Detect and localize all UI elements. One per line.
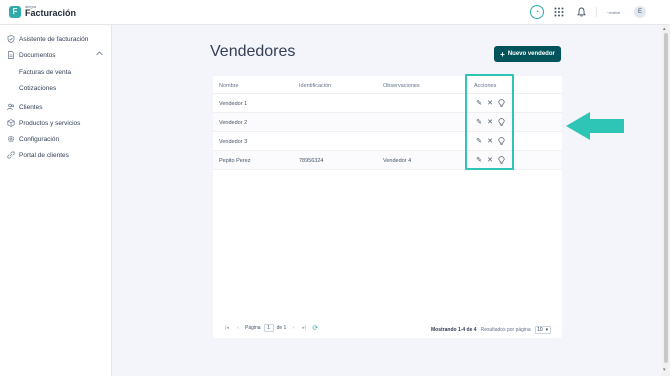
- chevron-down-icon: ▾: [545, 327, 549, 333]
- prev-page-icon[interactable]: ‹: [234, 324, 242, 332]
- left-arrow-annotation: [566, 112, 624, 140]
- scroll-thumb[interactable]: [664, 33, 668, 363]
- cell-name: Vendedor 2: [219, 120, 248, 126]
- sidebar-item-settings[interactable]: Configuración: [7, 135, 59, 143]
- per-page-value: 10: [537, 327, 543, 333]
- cell-name: Vendedor 3: [219, 139, 248, 145]
- pagination: |◂ ‹ Página 1 de 1 › ▸| ⟳: [223, 324, 319, 332]
- column-header-notes[interactable]: Observaciones: [383, 83, 420, 89]
- sidebar-item-label: Clientes: [19, 103, 43, 111]
- plus-icon: +: [500, 49, 505, 59]
- page-title: Vendedores: [210, 43, 296, 60]
- document-icon: [7, 51, 15, 59]
- top-bar: F alegra Facturación ◔ ~ewlive E: [0, 0, 670, 25]
- gear-icon: [7, 135, 15, 143]
- page-input[interactable]: 1: [263, 324, 274, 332]
- sidebar-subitem-quotes[interactable]: Cotizaciones: [19, 85, 56, 92]
- cell-name: Pepito Perez: [219, 158, 251, 164]
- sidebar-subitem-invoices[interactable]: Facturas de venta: [19, 69, 71, 76]
- bell-icon[interactable]: [574, 5, 588, 19]
- sidebar-item-client-portal[interactable]: Portal de clientes: [7, 151, 69, 159]
- results-summary: Mostrando 1-4 de 4 Resultados por página…: [431, 326, 551, 334]
- chevron-up-icon[interactable]: [96, 51, 103, 58]
- column-header-identification[interactable]: Identificación: [299, 83, 331, 89]
- last-page-icon[interactable]: ▸|: [300, 324, 308, 332]
- cell-notes: Vendedor 4: [383, 158, 412, 164]
- per-page-select[interactable]: 10 ▾: [534, 326, 551, 334]
- sidebar-item-documents[interactable]: Documentos: [7, 51, 56, 59]
- apps-grid-icon[interactable]: [552, 5, 566, 19]
- page-label: Página: [245, 325, 261, 331]
- first-page-icon[interactable]: |◂: [223, 324, 231, 332]
- link-icon: [7, 151, 15, 159]
- app-logo[interactable]: F alegra Facturación: [9, 5, 76, 18]
- logo-icon: F: [9, 5, 21, 18]
- next-page-icon[interactable]: ›: [289, 324, 297, 332]
- scroll-down-icon[interactable]: ▾: [663, 367, 666, 373]
- sidebar-item-label: Documentos: [19, 51, 56, 59]
- cell-name: Vendedor 1: [219, 101, 248, 107]
- column-header-name[interactable]: Nombre: [219, 83, 239, 89]
- company-logo[interactable]: ~ewlive: [596, 7, 626, 17]
- new-seller-button[interactable]: + Nuevo vendedor: [494, 46, 561, 62]
- per-page-label: Resultados por página: [480, 327, 531, 333]
- actions-highlight-box: [465, 74, 514, 170]
- brand-name: Facturación: [25, 8, 77, 18]
- sidebar-item-label: Asistente de facturación: [19, 35, 89, 43]
- sidebar-item-label: Productos y servicios: [19, 119, 81, 127]
- chat-icon[interactable]: ◔: [530, 5, 544, 19]
- cell-identification: 78956324: [299, 158, 324, 164]
- sidebar-item-billing-assistant[interactable]: Asistente de facturación: [7, 35, 88, 43]
- results-count: Mostrando 1-4 de 4: [431, 327, 477, 333]
- sidebar: Asistente de facturación Documentos Fact…: [0, 25, 112, 376]
- shield-check-icon: [7, 35, 15, 43]
- sidebar-item-label: Portal de clientes: [19, 151, 69, 159]
- box-icon: [7, 119, 15, 127]
- sidebar-item-products[interactable]: Productos y servicios: [7, 119, 80, 127]
- scroll-up-icon[interactable]: ▴: [663, 26, 666, 32]
- users-icon: [7, 103, 15, 111]
- sidebar-item-clients[interactable]: Clientes: [7, 103, 42, 111]
- scrollbar[interactable]: ▴ ▾: [662, 25, 670, 376]
- refresh-icon[interactable]: ⟳: [311, 324, 319, 332]
- page-total: de 1: [276, 325, 287, 331]
- new-seller-label: Nuevo vendedor: [507, 51, 555, 57]
- avatar[interactable]: E: [634, 6, 646, 18]
- sidebar-item-label: Configuración: [19, 135, 60, 143]
